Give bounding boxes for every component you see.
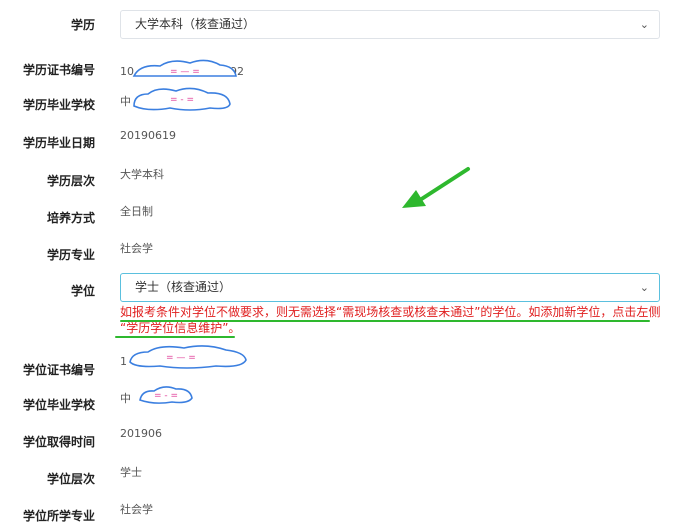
degree-school-label: 学位毕业学校 [22, 398, 95, 412]
edu-grad-date-value: 20190619 [120, 129, 176, 142]
degree-school-value: 中 [120, 392, 131, 405]
redaction-cloud: = — = [132, 59, 237, 77]
degree-label: 学位 [70, 284, 95, 298]
degree-level-value: 学士 [120, 466, 142, 479]
degree-date-value: 201906 [120, 427, 162, 440]
edu-school-label: 学历毕业学校 [22, 98, 95, 112]
degree-select-value: 学士（核查通过） [135, 280, 232, 294]
degree-date-label: 学位取得时间 [22, 435, 95, 449]
edu-grad-date-label: 学历毕业日期 [22, 136, 95, 150]
svg-text:= — =: = — = [166, 353, 196, 363]
chevron-down-icon: ⌄ [639, 18, 649, 31]
redaction-cloud: = - = [133, 87, 231, 111]
degree-major-label: 学位所学专业 [22, 509, 95, 523]
edu-level-label: 学历层次 [46, 174, 95, 188]
degree-level-label: 学位层次 [46, 472, 95, 486]
education-select[interactable]: 大学本科（核查通过） ⌄ [120, 10, 660, 39]
edu-level-value: 大学本科 [120, 168, 164, 181]
degree-notice-line-2: “学历学位信息维护”。 [120, 321, 241, 335]
edu-mode-value: 全日制 [120, 205, 153, 218]
svg-text:= - =: = - = [170, 95, 194, 105]
green-underline-annotation [120, 320, 650, 322]
redaction-cloud: = - = [139, 386, 193, 404]
green-arrow-annotation [402, 167, 470, 208]
edu-cert-no-label: 学历证书编号 [22, 63, 95, 77]
degree-cert-no-label: 学位证书编号 [22, 363, 95, 377]
degree-major-value: 社会学 [120, 503, 153, 516]
education-select-value: 大学本科（核查通过） [135, 17, 256, 31]
edu-major-label: 学历专业 [46, 248, 95, 262]
svg-text:= — =: = — = [170, 67, 200, 77]
chevron-down-icon: ⌄ [639, 281, 649, 294]
svg-text:= - =: = - = [154, 391, 178, 401]
edu-mode-label: 培养方式 [46, 211, 95, 225]
degree-select[interactable]: 学士（核查通过） ⌄ [120, 273, 660, 302]
degree-notice-line-1: 如报考条件对学位不做要求，则无需选择“需现场核查或核查未通过”的学位。如添加新学… [120, 305, 661, 319]
green-underline-annotation [115, 336, 235, 338]
edu-major-value: 社会学 [120, 242, 153, 255]
education-label: 学历 [70, 18, 95, 32]
redaction-cloud: = — = [129, 345, 247, 369]
